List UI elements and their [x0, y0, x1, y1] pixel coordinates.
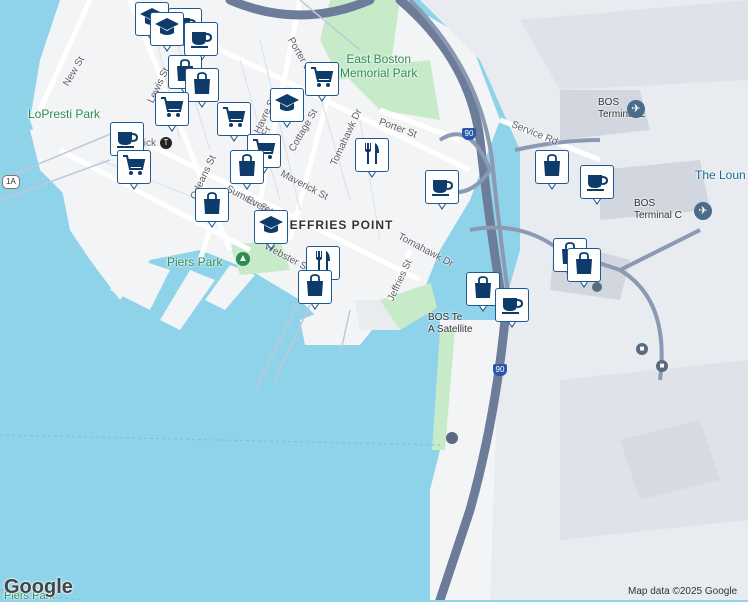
google-logo: Google	[4, 576, 73, 598]
interstate-90-shield: 90	[493, 364, 507, 376]
poi-marker-grocery[interactable]	[117, 150, 151, 194]
shopping-bag-icon	[539, 152, 565, 183]
shopping-cart-icon	[309, 64, 335, 95]
bus-stop-icon: ■	[656, 360, 668, 372]
shopping-bag-icon	[302, 272, 328, 303]
fork-knife-icon	[359, 140, 385, 171]
poi-marker-cafe[interactable]	[580, 165, 614, 209]
coffee-cup-icon	[429, 172, 455, 203]
ferry-icon	[446, 432, 458, 444]
coffee-cup-icon	[584, 167, 610, 198]
graduation-cap-icon	[274, 90, 300, 121]
poi-marker-shop[interactable]	[567, 248, 601, 292]
map-base	[0, 0, 748, 600]
airport-icon-terminal-c: ✈	[694, 202, 712, 220]
poi-marker-grocery[interactable]	[155, 92, 189, 136]
poi-marker-shop[interactable]	[298, 270, 332, 314]
poi-marker-shop[interactable]	[535, 150, 569, 194]
graduation-cap-icon	[154, 14, 180, 45]
poi-marker-grocery[interactable]	[305, 62, 339, 106]
piers-park-label: Piers Park	[167, 255, 223, 269]
bus-stop-icon: ■	[636, 343, 648, 355]
poi-marker-shop[interactable]	[230, 150, 264, 194]
park-tree-icon: ▲	[236, 252, 250, 266]
shopping-bag-icon	[199, 190, 225, 221]
poi-marker-shop[interactable]	[185, 68, 219, 112]
graduation-cap-icon	[258, 212, 284, 243]
shopping-cart-icon	[121, 152, 147, 183]
poi-marker-cafe[interactable]	[425, 170, 459, 214]
route-1a-shield: 1A	[2, 175, 20, 189]
poi-marker-cafe[interactable]	[495, 288, 529, 332]
shopping-bag-icon	[234, 152, 260, 183]
east-boston-memorial-park-label: East Boston Memorial Park	[340, 52, 418, 80]
jeffries-point-label: JEFFRIES POINT	[282, 218, 394, 232]
airport-icon-terminal-e: ✈	[627, 100, 645, 118]
poi-marker-grocery[interactable]	[217, 102, 251, 146]
interstate-90-shield: 90	[462, 128, 476, 140]
transit-station-icon: T	[160, 137, 172, 149]
shopping-bag-icon	[470, 274, 496, 305]
poi-marker-school[interactable]	[254, 210, 288, 254]
shopping-cart-icon	[221, 104, 247, 135]
map-canvas[interactable]: East Boston Memorial Park LoPresti Park …	[0, 0, 748, 602]
bos-terminal-c-label: BOS Terminal C	[634, 198, 682, 221]
shopping-cart-icon	[159, 94, 185, 125]
lopresti-park-label: LoPresti Park	[28, 107, 101, 121]
the-lounge-label: The Loun	[695, 168, 746, 182]
coffee-cup-icon	[188, 24, 214, 55]
poi-marker-shop[interactable]	[195, 188, 229, 232]
poi-marker-restaurant[interactable]	[355, 138, 389, 182]
shopping-bag-icon	[571, 250, 597, 281]
coffee-cup-icon	[499, 290, 525, 321]
shopping-bag-icon	[189, 70, 215, 101]
map-attribution[interactable]: Map data ©2025 Google	[628, 586, 737, 597]
poi-marker-school[interactable]	[150, 12, 184, 56]
poi-marker-school[interactable]	[270, 88, 304, 132]
